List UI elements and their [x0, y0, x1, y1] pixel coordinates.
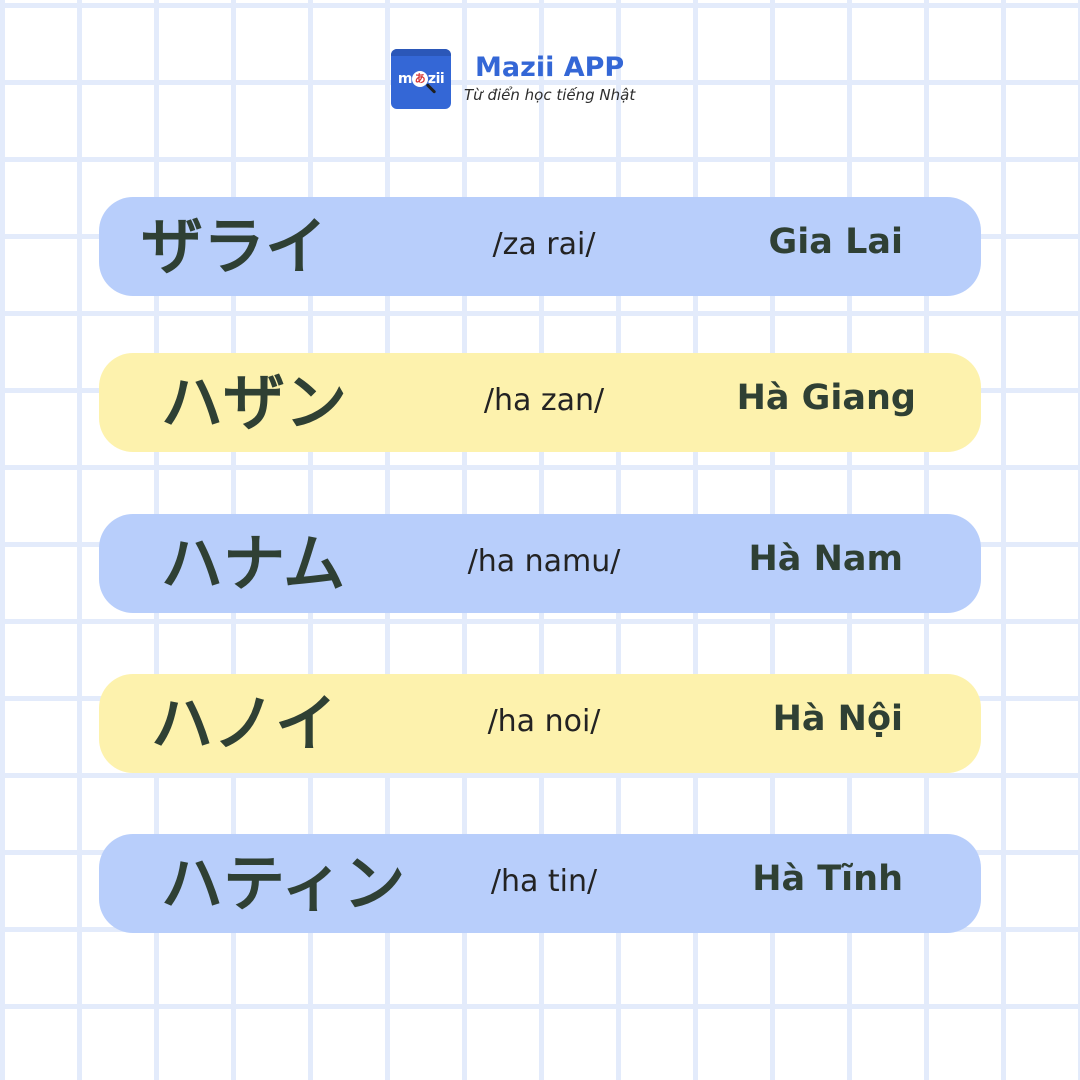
katakana-word: ハザン	[161, 366, 348, 439]
logo-text-left: m	[397, 71, 413, 87]
logo-top-bar	[391, 49, 451, 56]
brand-text: Mazii APP Từ điển học tiếng Nhật	[464, 53, 635, 105]
vocab-row-ha-tinh: ハティン /ha tin/ Hà Tĩnh	[99, 834, 981, 933]
katakana-word: ハティン	[161, 847, 406, 920]
place-name: Hà Tĩnh	[752, 859, 903, 899]
romaji-reading: /ha tin/	[490, 864, 598, 899]
app-tagline: Từ điển học tiếng Nhật	[464, 86, 636, 104]
romaji-reading: /ha zan/	[483, 383, 605, 418]
vocab-row-ha-noi: ハノイ /ha noi/ Hà Nội	[99, 674, 981, 773]
place-name: Gia Lai	[768, 222, 903, 262]
katakana-word: ハノイ	[151, 687, 338, 760]
app-name: Mazii APP	[475, 52, 625, 83]
place-name: Hà Nội	[772, 699, 903, 739]
romaji-reading: /ha noi/	[487, 704, 601, 739]
mazii-logo-icon: m あ zii	[391, 49, 451, 109]
place-name: Hà Nam	[748, 539, 903, 579]
brand-header: m あ zii Mazii APP Từ điển học tiếng Nhật	[391, 48, 635, 110]
romaji-reading: /za rai/	[492, 227, 596, 262]
vocab-row-gia-lai: ザライ /za rai/ Gia Lai	[99, 197, 981, 296]
vocab-row-ha-nam: ハナム /ha namu/ Hà Nam	[99, 514, 981, 613]
vocab-row-ha-giang: ハザン /ha zan/ Hà Giang	[99, 353, 981, 452]
logo-wordmark: m あ zii	[391, 71, 451, 87]
logo-text-right: zii	[427, 71, 445, 87]
place-name: Hà Giang	[736, 378, 916, 418]
katakana-word: ハナム	[161, 527, 346, 600]
romaji-reading: /ha namu/	[467, 544, 621, 579]
katakana-word: ザライ	[141, 210, 328, 283]
